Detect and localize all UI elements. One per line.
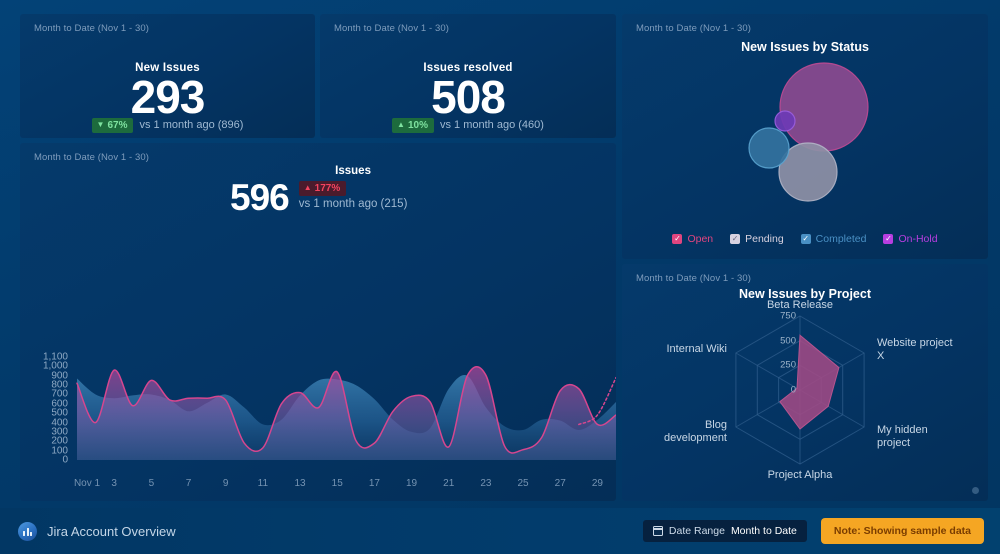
y-axis-tick: 100 <box>51 445 68 457</box>
issues-area-plot: 0 100 200 300 400 500 600 700 800 900 1,000 1,100 N… <box>20 143 616 501</box>
new-issues-by-status-card[interactable]: Month to Date (Nov 1 - 30) New Issues by… <box>622 14 988 259</box>
kpi-card-new-issues[interactable]: Month to Date (Nov 1 - 30) New Issues 29… <box>20 14 315 138</box>
radar-axis-label: Blog development <box>664 419 727 444</box>
trend-down-icon: ▼ <box>96 120 105 129</box>
x-axis-tick: 23 <box>480 478 492 489</box>
status-bubble-open <box>779 62 869 152</box>
x-axis-tick: 21 <box>443 478 455 489</box>
y-axis-tick: 1,000 <box>42 360 68 372</box>
x-axis-tick: 29 <box>591 478 603 489</box>
radar-tick-label: 750 <box>780 310 796 322</box>
radar-data-polygon <box>779 334 840 430</box>
legend-label: Open <box>687 233 714 245</box>
new-issues-by-project-card[interactable]: Month to Date (Nov 1 - 30) New Issues by… <box>622 264 988 501</box>
y-axis-tick: 200 <box>51 435 68 447</box>
date-range-value: Month to Date <box>730 525 797 537</box>
radar-axis-label: Project Alpha <box>767 469 833 481</box>
y-axis-tick: 500 <box>51 407 68 419</box>
y-axis-tick: 1,100 <box>42 351 68 363</box>
trend-up-icon: ▲ <box>397 120 405 129</box>
kpi-delta-row: ▲ 10% vs 1 month ago (460) <box>320 118 616 133</box>
sample-data-note[interactable]: Note: Showing sample data <box>820 518 984 544</box>
y-axis-tick: 700 <box>51 388 68 400</box>
kpi-value: 508 <box>431 71 506 123</box>
date-range-label: Date Range <box>668 525 725 537</box>
radar-axis-label: Internal Wiki <box>666 343 727 355</box>
x-axis-tick: 15 <box>331 478 343 489</box>
kpi-delta-row: ▼ 67% vs 1 month ago (896) <box>20 118 315 133</box>
kpi-delta-badge: ▲ 10% <box>392 118 434 133</box>
legend-checkbox-icon[interactable] <box>883 234 894 244</box>
y-axis-tick: 600 <box>51 398 68 410</box>
radar-axis-label: Beta Release <box>766 299 834 311</box>
radar-tick-label: 0 <box>790 384 796 396</box>
series-current-area <box>77 366 616 460</box>
kpi-delta-badge: ▼ 67% <box>91 118 134 133</box>
x-axis-tick: 7 <box>185 478 192 489</box>
kpi-value: 293 <box>130 71 206 123</box>
x-axis-tick: 3 <box>111 478 117 489</box>
card-date-stamp: Month to Date (Nov 1 - 30) <box>334 23 450 34</box>
kpi-delta-value: 10% <box>407 119 428 131</box>
dashboard-root: Month to Date (Nov 1 - 30) New Issues 29… <box>0 0 1000 554</box>
issues-over-time-card[interactable]: Month to Date (Nov 1 - 30) 596 Issues ▲ … <box>20 143 616 501</box>
radar-axis-label: My hidden project <box>877 424 928 449</box>
x-axis-tick: 17 <box>368 478 380 489</box>
kpi-comparison: vs 1 month ago (460) <box>439 119 544 132</box>
status-bubble-completed <box>748 127 790 169</box>
x-axis-tick: 11 <box>257 478 269 489</box>
x-axis-tick: 13 <box>294 478 306 489</box>
legend-checkbox-icon[interactable] <box>672 234 683 244</box>
card-date-stamp: Month to Date (Nov 1 - 30) <box>34 23 150 34</box>
kpi-delta-value: 67% <box>107 119 128 131</box>
y-axis-tick: 900 <box>51 370 68 382</box>
issues-area-svg <box>76 365 616 460</box>
legend-item-open[interactable]: Open <box>672 233 713 245</box>
y-axis-tick: 300 <box>51 426 68 438</box>
x-axis-tick: 9 <box>222 478 229 489</box>
x-axis-tick: 19 <box>405 478 418 489</box>
panel-resize-handle-icon[interactable] <box>972 487 979 494</box>
x-axis-tick: 5 <box>148 478 155 489</box>
date-range-selector[interactable]: Date Range Month to Date <box>642 520 807 542</box>
radar-tick-label: 500 <box>780 335 796 347</box>
status-bubble-svg <box>748 62 869 202</box>
x-axis-tick: 27 <box>554 478 566 489</box>
legend-item-on-hold[interactable]: On-Hold <box>883 233 938 245</box>
y-axis-tick: 800 <box>51 379 68 391</box>
bar-chart-icon <box>18 521 37 541</box>
radar-axis-label: Website project X <box>877 337 953 362</box>
status-bubble-on-hold <box>774 110 796 132</box>
brand[interactable]: Jira Account Overview <box>18 521 176 541</box>
status-legend: Open Pending Completed On-Hold <box>622 233 988 245</box>
legend-item-completed[interactable]: Completed <box>800 233 867 245</box>
y-axis-tick: 400 <box>51 417 68 429</box>
legend-checkbox-icon[interactable] <box>730 234 741 244</box>
footer-bar: Jira Account Overview Date Range Month t… <box>0 508 1000 554</box>
calendar-icon <box>652 526 663 536</box>
x-axis-tick: Nov 1 <box>73 478 101 489</box>
brand-title: Jira Account Overview <box>47 523 176 539</box>
kpi-card-issues-resolved[interactable]: Month to Date (Nov 1 - 30) Issues resolv… <box>320 14 616 138</box>
footer-controls: Date Range Month to Date Note: Showing s… <box>642 518 984 544</box>
x-axis-tick: 25 <box>517 478 529 489</box>
legend-label: Completed <box>815 233 867 245</box>
y-axis-tick: 0 <box>62 454 68 466</box>
legend-label: On-Hold <box>898 233 938 245</box>
legend-checkbox-icon[interactable] <box>800 234 811 244</box>
radar-tick-label: 250 <box>780 359 796 371</box>
kpi-comparison: vs 1 month ago (896) <box>139 119 244 132</box>
legend-item-pending[interactable]: Pending <box>730 233 784 245</box>
legend-label: Pending <box>745 233 784 245</box>
